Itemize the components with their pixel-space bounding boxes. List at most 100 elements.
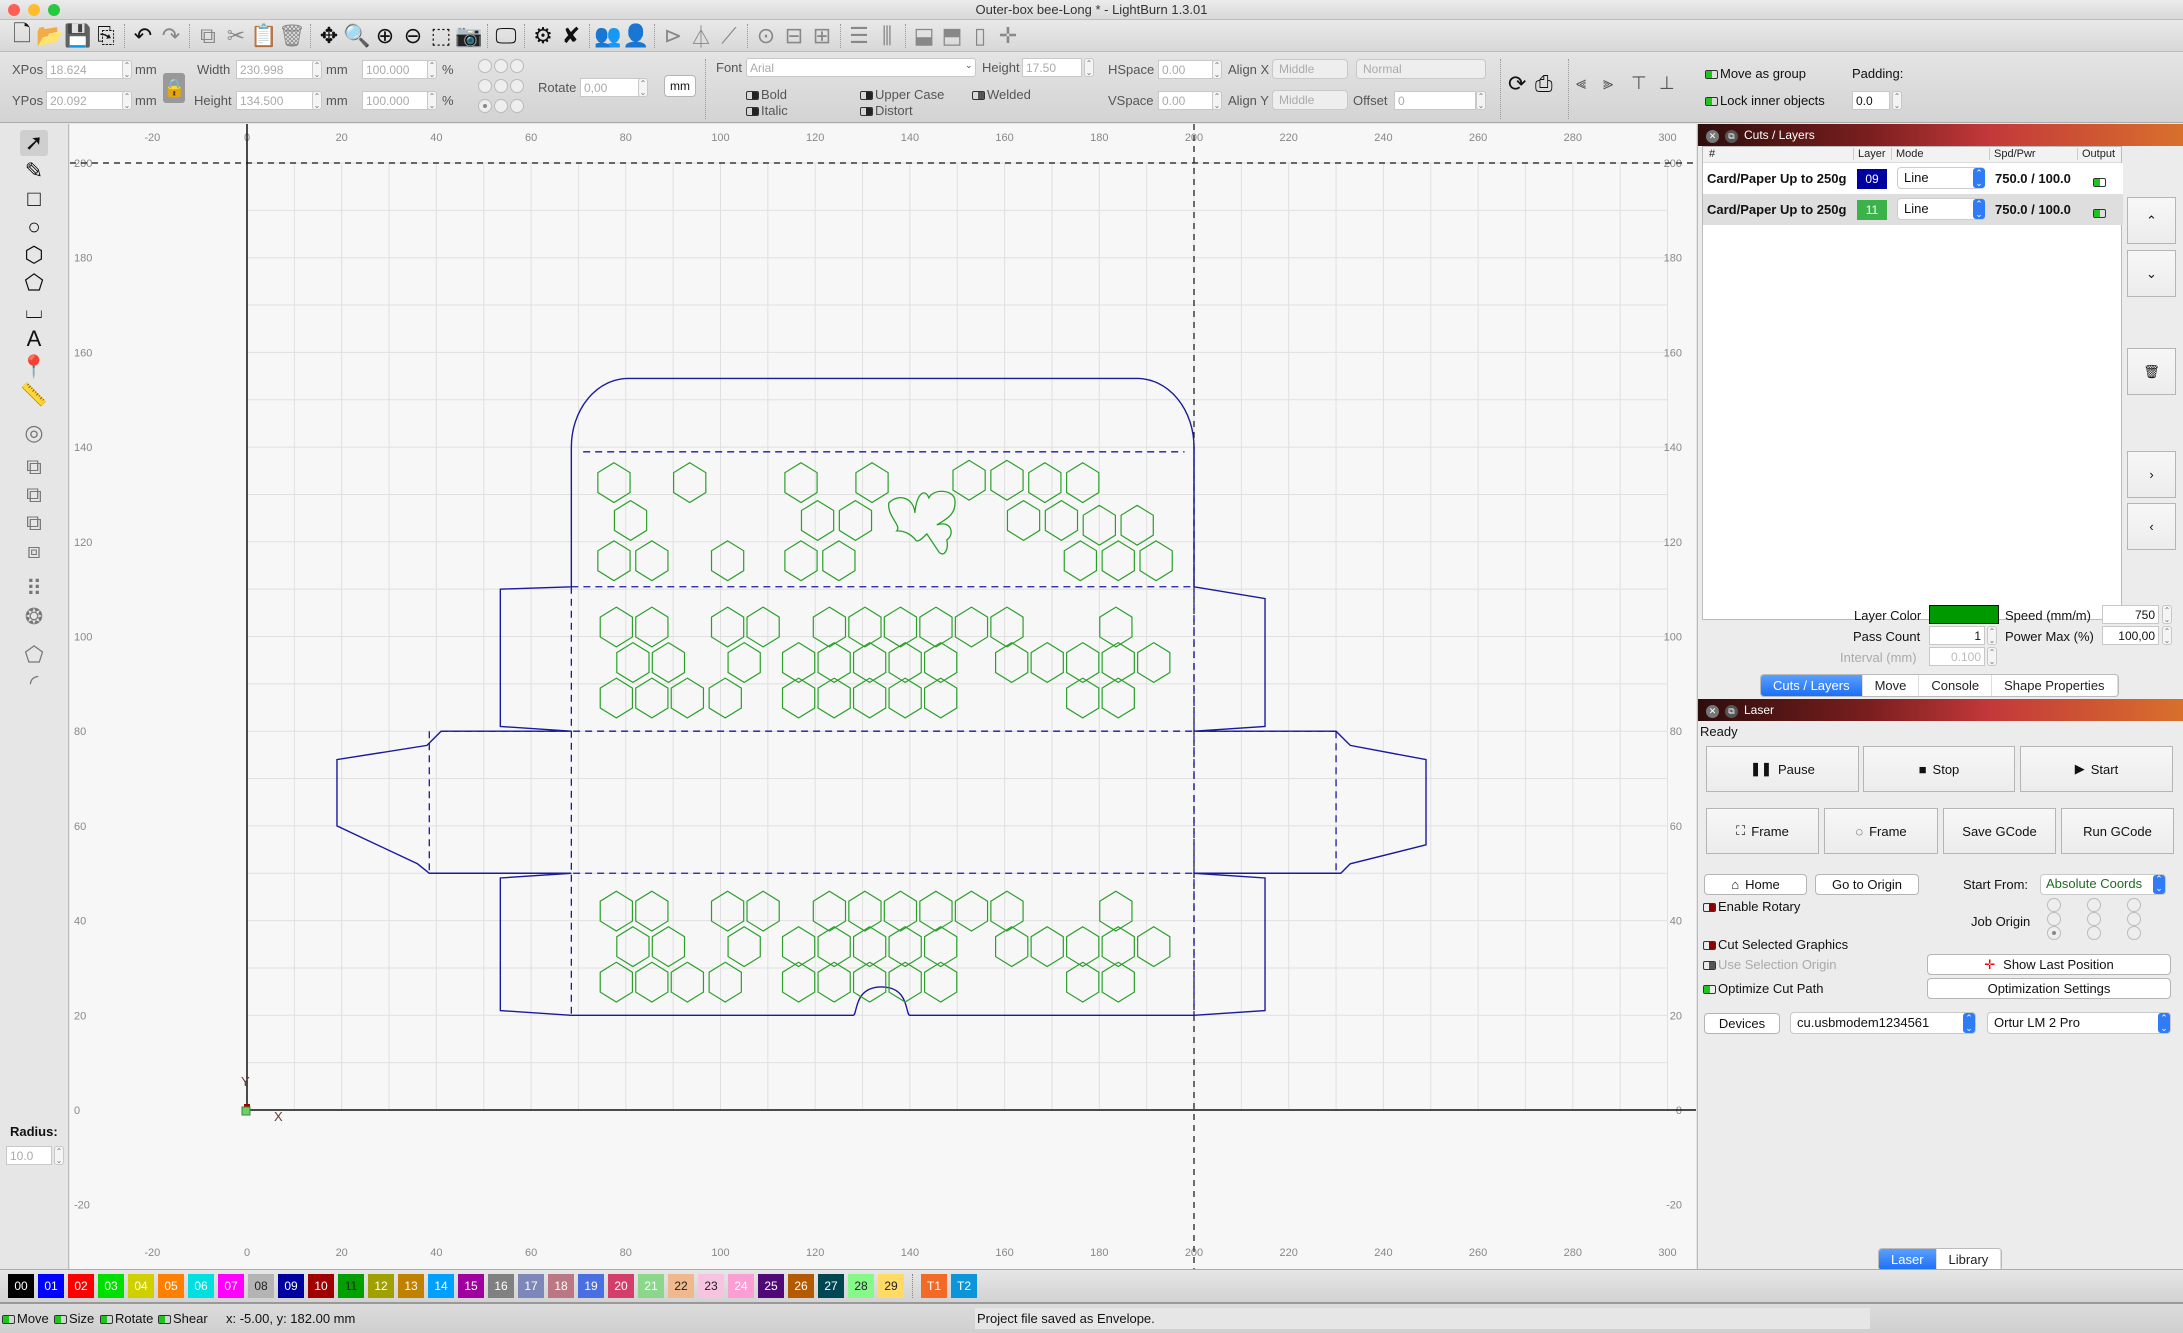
make-same-height-icon[interactable]: ⬒: [938, 22, 966, 50]
position-laser-icon[interactable]: 📍: [20, 354, 48, 380]
copy-icon[interactable]: ⧉: [194, 22, 222, 50]
palette-swatch-21[interactable]: 21: [638, 1274, 664, 1298]
tab-move[interactable]: Move: [1863, 675, 1920, 696]
import-icon[interactable]: ⎘: [92, 22, 120, 50]
new-file-icon[interactable]: 🗋: [8, 21, 36, 50]
job-origin-radio[interactable]: [2087, 926, 2101, 940]
align-centers-icon[interactable]: ⊙: [752, 22, 780, 50]
ungroup-icon[interactable]: 👤: [622, 22, 650, 50]
enable-rotary-toggle[interactable]: Enable Rotary: [1703, 899, 1800, 914]
delete-layer-button[interactable]: 🗑: [2127, 348, 2176, 395]
close-window-button[interactable]: [8, 4, 20, 16]
interval-input[interactable]: 0.100: [1929, 647, 1985, 666]
ypos-spinner[interactable]: ⌃ ⌄: [122, 91, 132, 110]
upper-case-toggle[interactable]: Upper Case: [860, 87, 944, 102]
palette-swatch-11[interactable]: 11: [338, 1274, 364, 1298]
tab-console[interactable]: Console: [1919, 675, 1993, 696]
palette-swatch-02[interactable]: 02: [68, 1274, 94, 1298]
job-origin-radio[interactable]: [2047, 912, 2061, 926]
anchor-point-radio[interactable]: [478, 59, 492, 73]
zoom-in-icon[interactable]: ⊕: [371, 22, 399, 50]
distribute-v-icon[interactable]: ⫼: [873, 22, 901, 50]
draw-lines-tool-icon[interactable]: ⬠: [20, 270, 48, 296]
anchor-point-radio[interactable]: [494, 99, 508, 113]
save-gcode-button[interactable]: Save GCode: [1943, 808, 2056, 854]
palette-swatch-17[interactable]: 17: [518, 1274, 544, 1298]
lock-inner-toggle[interactable]: Lock inner objects: [1705, 93, 1825, 108]
anchor-point-radio[interactable]: [510, 59, 524, 73]
height-spinner[interactable]: ⌃ ⌄: [312, 91, 322, 110]
text-mode-select[interactable]: Normal: [1356, 59, 1486, 79]
job-origin-radio[interactable]: [2087, 898, 2101, 912]
layer-color-swatch[interactable]: [1929, 605, 1999, 624]
minimize-window-button[interactable]: [28, 4, 40, 16]
optimize-cut-path-toggle[interactable]: Optimize Cut Path: [1703, 981, 1824, 996]
frame-circle-button[interactable]: ◌ Frame: [1824, 808, 1938, 854]
cut-selected-toggle[interactable]: Cut Selected Graphics: [1703, 937, 1848, 952]
align-right-icon[interactable]: ⫸: [1603, 73, 1613, 94]
anchor-point-radio[interactable]: [478, 79, 492, 93]
boolean-union-icon[interactable]: ⧉: [20, 482, 48, 508]
align-bottom-icon[interactable]: ⊥: [1659, 73, 1675, 94]
scale-height-spinner[interactable]: ⌃ ⌄: [427, 91, 437, 110]
zoom-selection-icon[interactable]: ⬚: [427, 22, 455, 50]
move-layer-down-button[interactable]: ⌄: [2127, 250, 2176, 297]
palette-swatch-16[interactable]: 16: [488, 1274, 514, 1298]
job-origin-radio[interactable]: [2127, 912, 2141, 926]
tabs-tool-icon[interactable]: ⌴: [20, 298, 48, 324]
anchor-point-radio[interactable]: [510, 79, 524, 93]
pass-count-spinner[interactable]: ⌃ ⌄: [1987, 626, 1997, 645]
move-together-icon[interactable]: ▯: [966, 22, 994, 50]
align-h-center-icon[interactable]: ⊟: [780, 22, 808, 50]
undo-icon[interactable]: ↶: [129, 22, 157, 50]
offset-spinner[interactable]: ⌃ ⌄: [1476, 91, 1486, 110]
font-select[interactable]: Arial: [746, 58, 976, 77]
palette-swatch-28[interactable]: 28: [848, 1274, 874, 1298]
redo-icon[interactable]: ↷: [157, 22, 185, 50]
align-top-icon[interactable]: ⊤: [1631, 73, 1647, 94]
palette-swatch-25[interactable]: 25: [758, 1274, 784, 1298]
palette-swatch-13[interactable]: 13: [398, 1274, 424, 1298]
start-from-select[interactable]: Absolute Coords: [2040, 874, 2166, 895]
layer-row[interactable]: Card/Paper Up to 250g 09 Line ⌃ ⌄ 750.0 / 100…: [1703, 163, 2123, 194]
anchor-point-radio[interactable]: [510, 99, 524, 113]
layer-number-badge[interactable]: 09: [1857, 169, 1887, 189]
move-layer-up-button[interactable]: ⌃: [2127, 197, 2176, 244]
pause-button[interactable]: ❚❚ Pause: [1706, 746, 1859, 792]
anchor-point-radio[interactable]: [494, 79, 508, 93]
palette-swatch-12[interactable]: 12: [368, 1274, 394, 1298]
expand-panel-button[interactable]: ›: [2127, 451, 2176, 498]
palette-swatch-14[interactable]: 14: [428, 1274, 454, 1298]
move-icon[interactable]: ✥: [315, 22, 343, 50]
scale-width-spinner[interactable]: ⌃ ⌄: [427, 60, 437, 79]
palette-swatch-07[interactable]: 07: [218, 1274, 244, 1298]
palette-swatch-26[interactable]: 26: [788, 1274, 814, 1298]
go-to-origin-button[interactable]: Go to Origin: [1815, 874, 1919, 895]
height-input[interactable]: 134.500: [236, 91, 316, 110]
use-selection-origin-toggle[interactable]: Use Selection Origin: [1703, 957, 1837, 972]
palette-swatch-t2[interactable]: T2: [951, 1274, 977, 1298]
corner-radius-icon[interactable]: ◜: [20, 670, 48, 696]
save-icon[interactable]: 💾: [64, 22, 92, 50]
align-left-icon[interactable]: ⫷: [1576, 73, 1586, 94]
paste-icon[interactable]: 📋: [250, 22, 278, 50]
speed-input[interactable]: 750: [2102, 605, 2159, 624]
home-button[interactable]: ⌂ Home: [1704, 874, 1807, 895]
palette-swatch-27[interactable]: 27: [818, 1274, 844, 1298]
tab-shape-properties[interactable]: Shape Properties: [1992, 675, 2118, 696]
palette-swatch-10[interactable]: 10: [308, 1274, 334, 1298]
job-origin-radio[interactable]: [2047, 926, 2061, 940]
text-height-spinner[interactable]: ⌃ ⌄: [1084, 58, 1094, 77]
boolean-intersect-icon[interactable]: ⧈: [20, 538, 48, 564]
scale-height-input[interactable]: 100.000: [362, 91, 428, 110]
circular-array-icon[interactable]: ❂: [20, 604, 48, 630]
device-select[interactable]: Ortur LM 2 Pro: [1987, 1012, 2171, 1034]
align-x-select[interactable]: Middle: [1272, 59, 1348, 79]
job-origin-radio[interactable]: [2047, 898, 2061, 912]
tab-laser[interactable]: Laser: [1879, 1249, 1937, 1270]
radius-input[interactable]: 10.0: [6, 1146, 52, 1165]
status-shear-toggle[interactable]: Shear: [158, 1311, 208, 1326]
speed-spinner[interactable]: ⌃ ⌄: [2162, 605, 2172, 624]
port-select[interactable]: cu.usbmodem1234561: [1790, 1012, 1976, 1034]
grid-array-icon[interactable]: ⠿: [20, 576, 48, 602]
